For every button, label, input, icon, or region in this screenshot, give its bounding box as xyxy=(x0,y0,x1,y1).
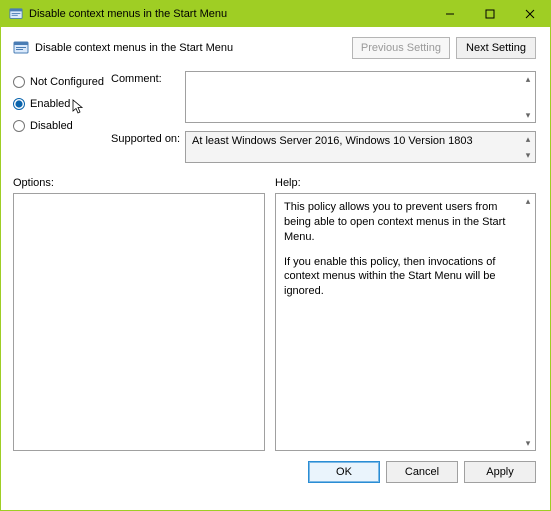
maximize-button[interactable] xyxy=(470,1,510,27)
help-scrollbar[interactable]: ▴ ▾ xyxy=(521,194,535,450)
panel-labels: Options: Help: xyxy=(1,163,550,193)
next-setting-button[interactable]: Next Setting xyxy=(456,37,536,59)
help-paragraph: This policy allows you to prevent users … xyxy=(284,200,519,245)
radio-label-disabled: Disabled xyxy=(30,120,73,132)
cancel-button[interactable]: Cancel xyxy=(386,461,458,483)
supported-on-label: Supported on: xyxy=(111,131,185,145)
comment-textarea[interactable]: ▴ ▾ xyxy=(185,71,536,123)
radio-label-enabled: Enabled xyxy=(30,98,70,110)
config-area: Not Configured Enabled Disabled Comment: xyxy=(1,71,550,163)
comment-scrollbar[interactable]: ▴ ▾ xyxy=(521,72,535,122)
title-bar: Disable context menus in the Start Menu xyxy=(1,1,550,27)
help-paragraph: If you enable this policy, then invocati… xyxy=(284,255,519,300)
ok-button[interactable]: OK xyxy=(308,461,380,483)
apply-button[interactable]: Apply xyxy=(464,461,536,483)
radio-enabled[interactable]: Enabled xyxy=(13,93,111,115)
scroll-down-icon[interactable]: ▾ xyxy=(521,148,535,162)
policy-title: Disable context menus in the Start Menu xyxy=(35,42,233,54)
minimize-button[interactable] xyxy=(430,1,470,27)
supported-on-box: At least Windows Server 2016, Windows 10… xyxy=(185,131,536,163)
previous-setting-button[interactable]: Previous Setting xyxy=(352,37,450,59)
radio-input-enabled[interactable] xyxy=(13,98,25,110)
scroll-up-icon[interactable]: ▴ xyxy=(521,132,535,146)
radio-label-not-configured: Not Configured xyxy=(30,76,104,88)
radio-input-not-configured[interactable] xyxy=(13,76,25,88)
scroll-up-icon[interactable]: ▴ xyxy=(521,194,535,208)
radio-not-configured[interactable]: Not Configured xyxy=(13,71,111,93)
options-panel xyxy=(13,193,265,451)
options-label: Options: xyxy=(13,177,275,189)
dialog-window: Disable context menus in the Start Menu … xyxy=(0,0,551,511)
policy-icon xyxy=(13,40,29,56)
close-button[interactable] xyxy=(510,1,550,27)
radio-input-disabled[interactable] xyxy=(13,120,25,132)
comment-label: Comment: xyxy=(111,71,185,85)
supported-scrollbar[interactable]: ▴ ▾ xyxy=(521,132,535,162)
help-panel: This policy allows you to prevent users … xyxy=(275,193,536,451)
supported-on-value: At least Windows Server 2016, Windows 10… xyxy=(192,135,473,147)
scroll-down-icon[interactable]: ▾ xyxy=(521,436,535,450)
help-label: Help: xyxy=(275,177,301,189)
cursor-icon xyxy=(72,99,84,115)
window-title: Disable context menus in the Start Menu xyxy=(29,8,227,20)
state-radio-group: Not Configured Enabled Disabled xyxy=(13,71,111,163)
policy-icon xyxy=(9,7,23,21)
policy-header: Disable context menus in the Start Menu … xyxy=(1,27,550,71)
scroll-up-icon[interactable]: ▴ xyxy=(521,72,535,86)
radio-disabled[interactable]: Disabled xyxy=(13,115,111,137)
panels-row: This policy allows you to prevent users … xyxy=(1,193,550,451)
scroll-down-icon[interactable]: ▾ xyxy=(521,108,535,122)
dialog-footer: OK Cancel Apply xyxy=(1,451,550,493)
